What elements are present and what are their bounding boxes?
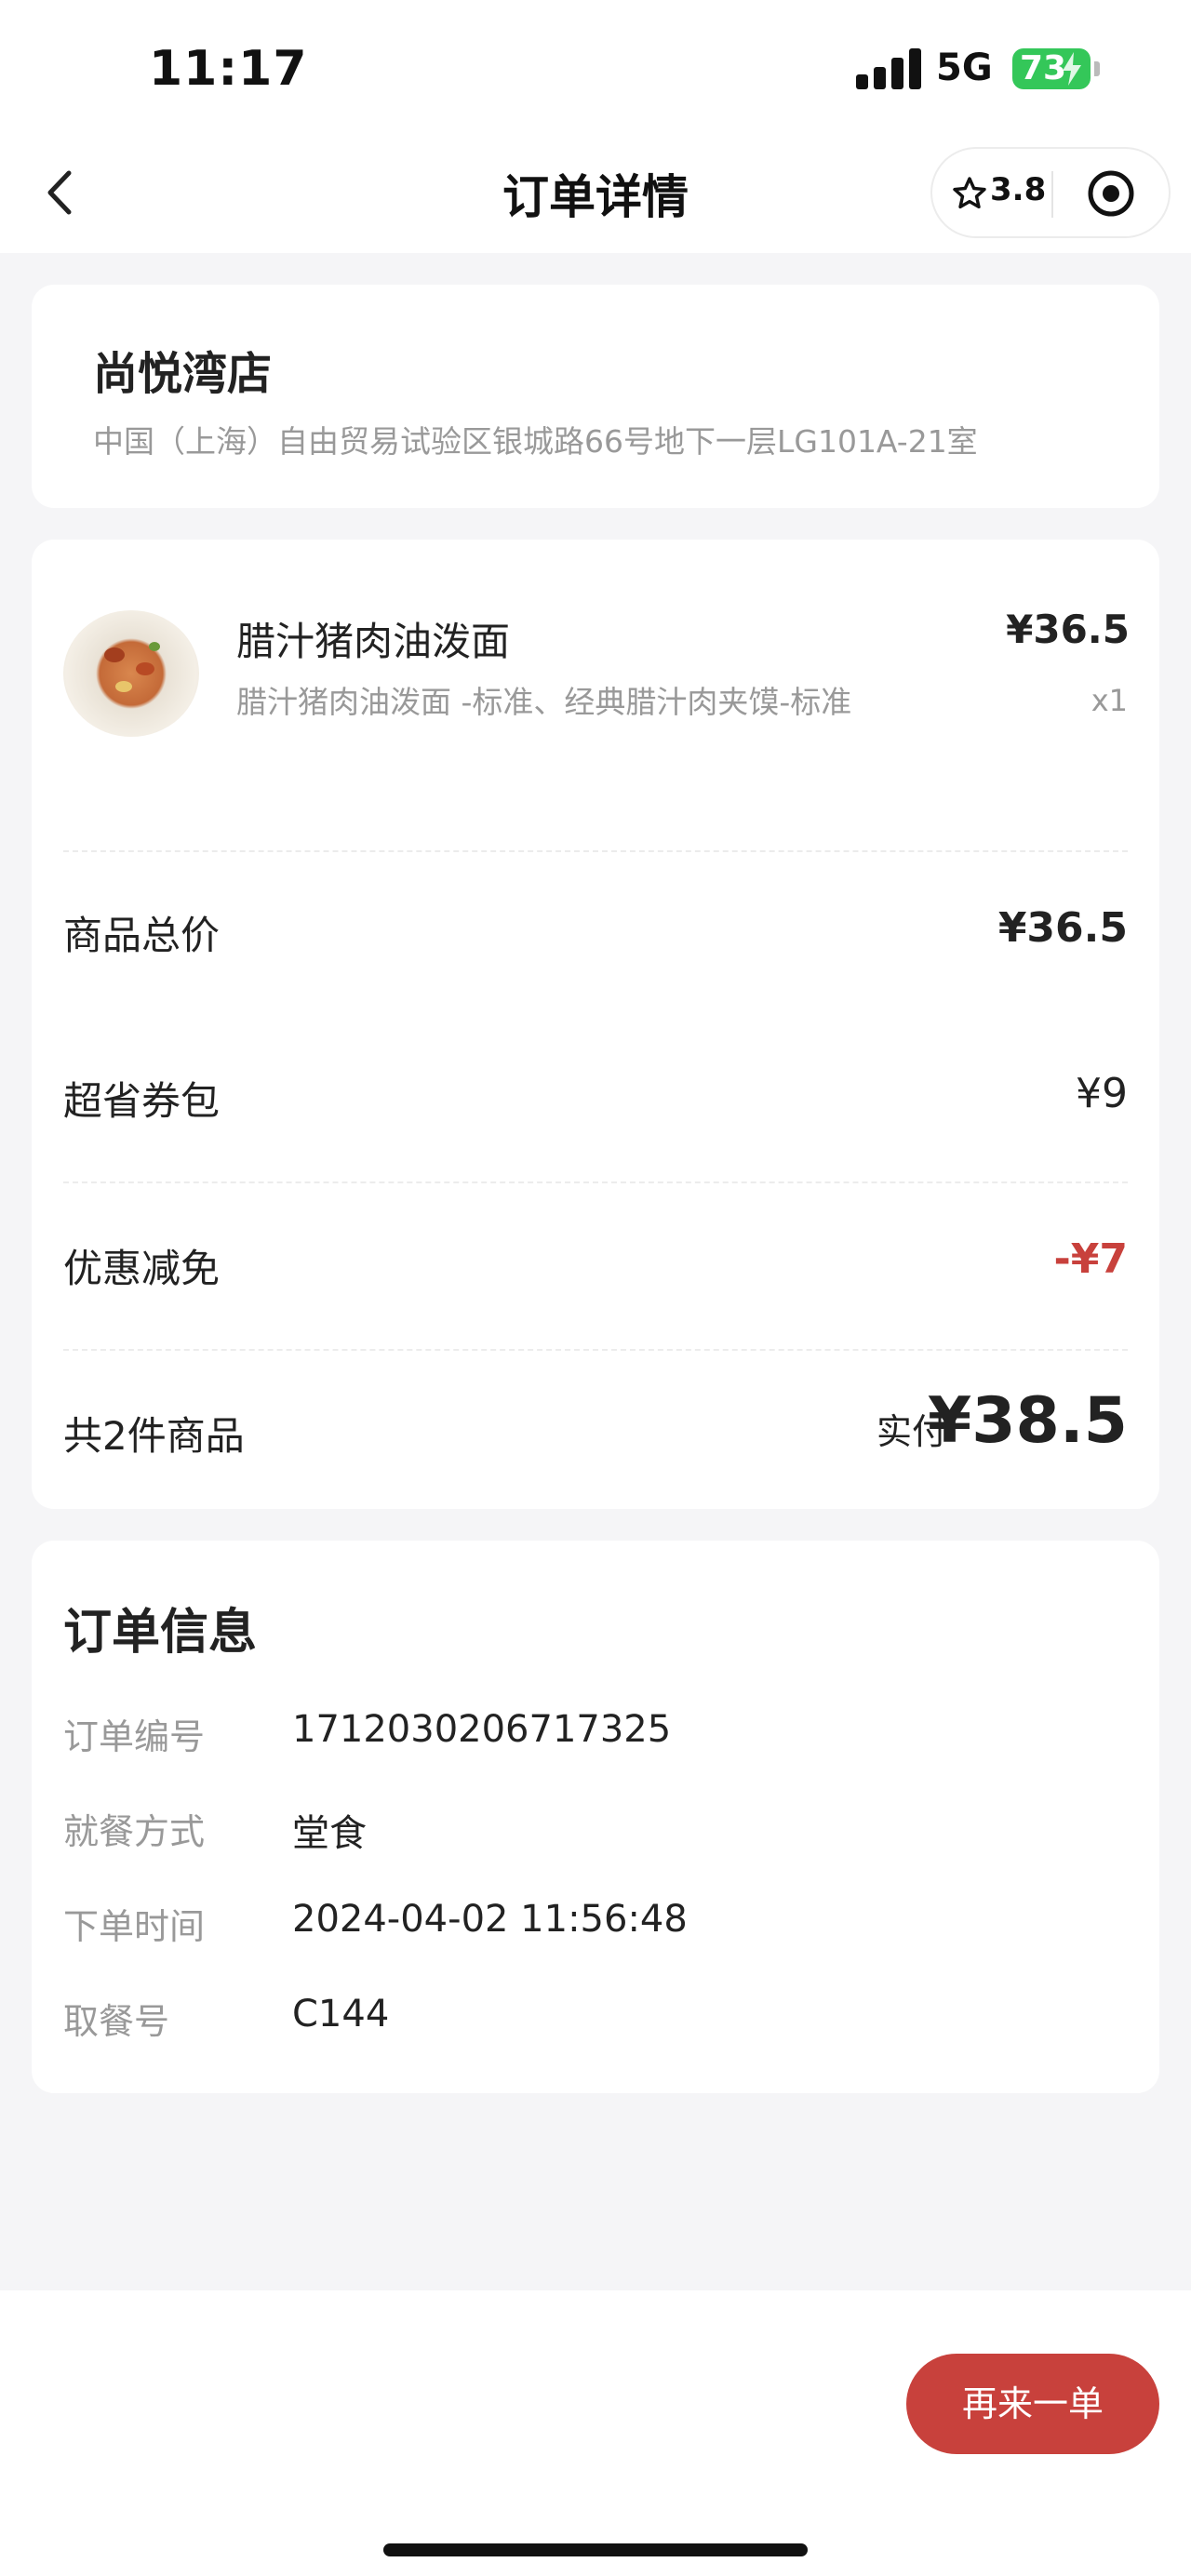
home-indicator — [383, 2543, 808, 2556]
dining-mode-label: 就餐方式 — [63, 1811, 206, 1852]
item-name: 腊汁猪肉油泼面 — [236, 619, 511, 664]
pickup-number-value: C144 — [292, 1993, 390, 2035]
item-count-label: 共2件商品 — [63, 1413, 245, 1459]
divider — [63, 1181, 1128, 1183]
network-type: 5G — [936, 47, 993, 89]
order-number-value: 1712030206717325 — [292, 1708, 672, 1751]
order-items-card: 腊汁猪肉油泼面 腊汁猪肉油泼面 -标准、经典腊汁肉夹馍-标准 ¥36.5 x1 … — [32, 540, 1159, 1509]
item-price: ¥36.5 — [1006, 607, 1130, 652]
order-info-card: 订单信息 订单编号 1712030206717325 就餐方式 堂食 下单时间 … — [32, 1541, 1159, 2093]
noodle-dish-image — [63, 610, 199, 737]
signal-icon — [856, 47, 923, 89]
subtotal-label: 商品总价 — [63, 913, 221, 958]
subtotal-value: ¥36.5 — [997, 904, 1128, 952]
status-time: 11:17 — [149, 41, 308, 97]
discount-value: -¥7 — [1053, 1235, 1129, 1283]
order-info-title: 订单信息 — [63, 1605, 258, 1661]
order-time-label: 下单时间 — [63, 1906, 206, 1947]
rating-value: 3.8 — [990, 171, 1047, 208]
capsule-divider — [1051, 171, 1053, 218]
order-time-value: 2024-04-02 11:56:48 — [292, 1898, 688, 1941]
dining-mode-value: 堂食 — [292, 1812, 367, 1855]
footer-bar: 再来一单 — [0, 2290, 1191, 2576]
coupon-value: ¥9 — [1076, 1070, 1128, 1117]
store-address: 中国（上海）自由贸易试验区银城路66号地下一层LG101A-21室 — [93, 423, 978, 460]
pickup-number-label: 取餐号 — [63, 2001, 170, 2042]
mini-program-capsule: 3.8 — [930, 147, 1171, 238]
item-description: 腊汁猪肉油泼面 -标准、经典腊汁肉夹馍-标准 — [236, 684, 852, 720]
paid-amount: ¥38.5 — [927, 1384, 1128, 1458]
status-bar: 11:17 5G 73 — [0, 0, 1191, 140]
store-name: 尚悦湾店 — [93, 348, 273, 400]
store-card: 尚悦湾店 中国（上海）自由贸易试验区银城路66号地下一层LG101A-21室 — [32, 285, 1159, 508]
coupon-label: 超省券包 — [63, 1078, 221, 1124]
discount-label: 优惠减免 — [63, 1246, 221, 1291]
item-quantity: x1 — [1091, 683, 1128, 718]
nav-bar: 订单详情 3.8 — [0, 140, 1191, 253]
divider — [63, 1349, 1128, 1351]
target-icon[interactable] — [1085, 167, 1137, 220]
star-icon[interactable] — [951, 175, 988, 212]
reorder-button[interactable]: 再来一单 — [906, 2354, 1159, 2454]
battery-tip — [1094, 61, 1100, 76]
charging-bolt-icon — [1063, 52, 1081, 86]
order-number-label: 订单编号 — [63, 1716, 206, 1757]
divider — [63, 850, 1128, 852]
battery-level: 73 — [1020, 49, 1067, 87]
